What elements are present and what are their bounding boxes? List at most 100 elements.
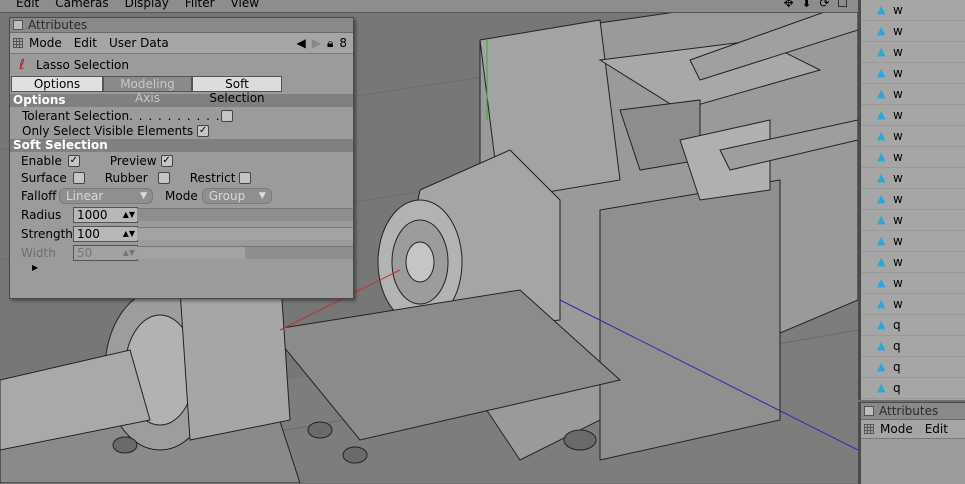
width-field[interactable]: 50 ▲▼ — [73, 244, 138, 261]
rubber-checkbox[interactable] — [157, 171, 170, 184]
object-list-item[interactable]: ▲ w — [861, 252, 965, 273]
object-name: w — [893, 3, 903, 17]
falloff-dropdown[interactable]: Linear ▼ — [59, 187, 153, 204]
radius-label: Radius — [21, 207, 62, 222]
soft-selection-section-header[interactable]: Soft Selection — [10, 139, 353, 152]
object-list-item[interactable]: ▲q — [861, 336, 965, 357]
restrict-checkbox[interactable] — [239, 171, 252, 184]
tab-soft-selection[interactable]: Soft Selection — [192, 76, 282, 105]
object-name: w — [893, 234, 903, 248]
cone-object-icon: ▲ — [877, 192, 886, 205]
attributes-menubar: Mode Edit User Data ◀ ▶ 🔒︎ 8 — [10, 33, 353, 54]
radius-field[interactable]: 1000 ▲▼ — [73, 206, 138, 223]
object-list-item[interactable]: ▲ w — [861, 231, 965, 252]
strength-field[interactable]: 100 ▲▼ — [73, 225, 138, 242]
cone-object-icon: ▲ — [877, 297, 886, 310]
width-label: Width — [21, 245, 56, 260]
object-list-item[interactable]: ▲q — [861, 357, 965, 378]
surface-checkbox[interactable] — [72, 171, 85, 184]
object-list-item[interactable]: ▲ w — [861, 294, 965, 315]
object-list-item[interactable]: ▲ w — [861, 0, 965, 21]
grip-icon[interactable] — [864, 424, 874, 434]
object-name: w — [893, 45, 903, 59]
object-name: w — [893, 129, 903, 143]
viewport-menu-edit[interactable]: Edit — [16, 0, 39, 9]
object-name: w — [893, 213, 903, 227]
object-list-item[interactable]: ▲ w — [861, 105, 965, 126]
object-name: q — [893, 381, 901, 395]
object-list-item[interactable]: ▲ w — [861, 210, 965, 231]
object-list-item[interactable]: ▲ w — [861, 189, 965, 210]
tolerant-selection-checkbox[interactable] — [220, 109, 233, 122]
cone-object-icon: ▲ — [877, 87, 886, 100]
cone-object-icon: ▲ — [877, 255, 886, 268]
object-name: q — [893, 318, 901, 332]
cone-object-icon: ▲ — [877, 150, 886, 163]
tool-name: Lasso Selection — [36, 58, 129, 72]
cone-object-icon: ▲ — [877, 381, 886, 394]
object-list-item[interactable]: ▲ w — [861, 126, 965, 147]
attributes-title: Attributes — [28, 18, 88, 32]
tab-modeling-axis[interactable]: Modeling Axis — [103, 76, 192, 105]
object-name: q — [893, 360, 901, 374]
object-list-item[interactable]: ▲ w — [861, 63, 965, 84]
attributes2-titlebar[interactable]: Attributes — [861, 403, 965, 420]
object-list-item[interactable]: ▲ w — [861, 147, 965, 168]
options-section-header[interactable]: Options — [10, 94, 353, 107]
menu-edit[interactable]: Edit — [925, 422, 948, 436]
object-list-item[interactable]: ▲q — [861, 378, 965, 399]
viewport-nav-icons[interactable]: ✥ ⬇ ⟳ ☐ — [784, 0, 850, 10]
menu-mode[interactable]: Mode — [880, 422, 913, 436]
panel-close-box[interactable] — [13, 20, 23, 30]
object-name: w — [893, 276, 903, 290]
object-list-item[interactable]: ▲ w — [861, 168, 965, 189]
width-slider[interactable] — [137, 246, 353, 259]
menu-user-data[interactable]: User Data — [109, 36, 169, 50]
lock-icon[interactable]: 🔒︎ — [327, 36, 333, 51]
object-list-item[interactable]: ▲ w — [861, 84, 965, 105]
attributes-titlebar[interactable]: Attributes — [10, 18, 353, 33]
object-name: q — [893, 339, 901, 353]
chevron-down-icon: ▼ — [258, 190, 266, 201]
object-name: w — [893, 108, 903, 122]
object-list-item[interactable]: ▲ w — [861, 273, 965, 294]
chevron-down-icon: ▼ — [140, 190, 147, 201]
forward-arrow-icon[interactable]: ▶ — [312, 36, 321, 50]
cone-object-icon: ▲ — [877, 234, 886, 247]
cone-object-icon: ▲ — [877, 339, 886, 352]
viewport-menu-display[interactable]: Display — [125, 0, 169, 9]
strength-label: Strength — [21, 226, 73, 241]
object-name: w — [893, 87, 903, 101]
enable-checkbox[interactable]: ✓ — [67, 154, 80, 167]
viewport-menubar: Edit Cameras Display Filter View — [0, 0, 858, 13]
object-list-item[interactable]: ▲ w — [861, 21, 965, 42]
radius-slider[interactable] — [137, 208, 353, 221]
only-visible-checkbox[interactable]: ✓ — [197, 124, 210, 137]
expand-arrow-icon[interactable]: ▶ — [32, 263, 38, 272]
grip-icon[interactable] — [13, 38, 23, 48]
viewport-menu-cameras[interactable]: Cameras — [55, 0, 108, 9]
menu-mode[interactable]: Mode — [29, 36, 62, 50]
viewport-menu-view[interactable]: View — [231, 0, 259, 9]
back-arrow-icon[interactable]: ◀ — [297, 36, 306, 50]
object-list-item[interactable]: ▲q — [861, 315, 965, 336]
object-manager: ▲w▲w▲w▲w▲w▲w▲w▲w▲w▲w▲w▲w▲w▲w▲w▲q▲q▲q▲q▲q — [858, 0, 965, 420]
preview-checkbox[interactable]: ✓ — [160, 154, 173, 167]
menu-edit[interactable]: Edit — [74, 36, 97, 50]
only-visible-label: Only Select Visible Elements — [22, 123, 194, 138]
tab-options[interactable]: Options — [11, 76, 103, 92]
strength-slider[interactable] — [137, 227, 353, 240]
object-name: w — [893, 66, 903, 80]
object-name: w — [893, 255, 903, 269]
mode-dropdown[interactable]: Group ▼ — [201, 187, 272, 204]
panel-close-box[interactable] — [864, 406, 874, 416]
attributes2-title: Attributes — [879, 404, 939, 418]
cone-object-icon: ▲ — [877, 360, 886, 373]
mode-label: Mode — [165, 188, 198, 203]
object-list-item[interactable]: ▲ w — [861, 42, 965, 63]
cone-object-icon: ▲ — [877, 66, 886, 79]
object-name: w — [893, 297, 903, 311]
link-icon[interactable]: 8 — [339, 36, 347, 50]
attributes-panel: Attributes Mode Edit User Data ◀ ▶ 🔒︎ 8 … — [9, 17, 354, 299]
viewport-menu-filter[interactable]: Filter — [185, 0, 215, 9]
